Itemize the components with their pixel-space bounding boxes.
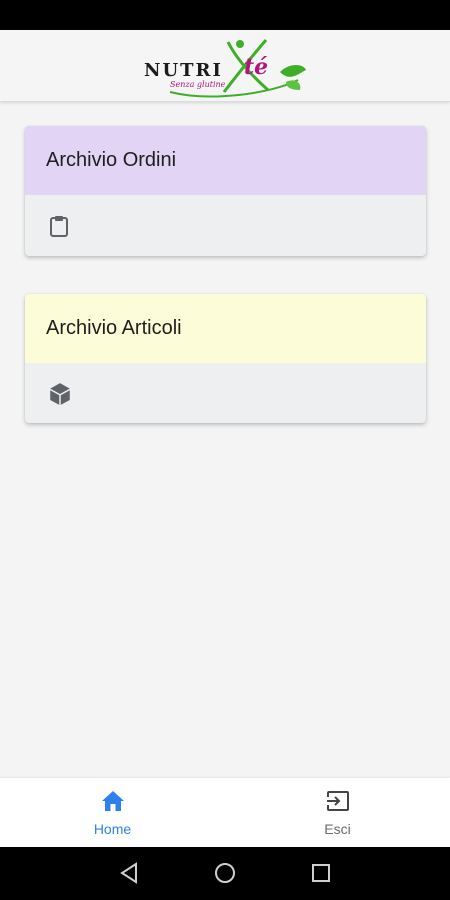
status-bar [0,0,450,30]
recents-icon[interactable] [310,861,332,890]
card-title: Archivio Ordini [25,126,426,195]
clipboard-icon [47,214,71,238]
system-navigation-bar [0,847,450,900]
orders-archive-card[interactable]: Archivio Ordini [25,126,426,256]
card-footer [25,363,426,423]
bottom-navigation: Home Esci [0,778,450,847]
logo-tagline: Senza glutine [170,79,226,89]
home-icon [101,790,125,817]
back-icon[interactable] [118,861,140,890]
app-header: NUTRI té Senza glutine [0,30,450,102]
exit-icon [325,790,350,817]
card-title: Archivio Articoli [25,294,426,363]
logo-wordmark-suffix: té [244,53,269,80]
logo-wordmark: NUTRI [144,59,223,81]
nav-label-home: Home [93,821,132,837]
home-circle-icon[interactable] [213,861,237,890]
card-footer [25,195,426,256]
box-icon [47,381,73,407]
nav-label-exit: Esci [324,821,351,837]
brand-logo: NUTRI té Senza glutine [140,34,310,98]
articles-archive-card[interactable]: Archivio Articoli [25,294,426,423]
nav-item-home[interactable]: Home [0,778,225,847]
nav-item-exit[interactable]: Esci [225,778,450,847]
